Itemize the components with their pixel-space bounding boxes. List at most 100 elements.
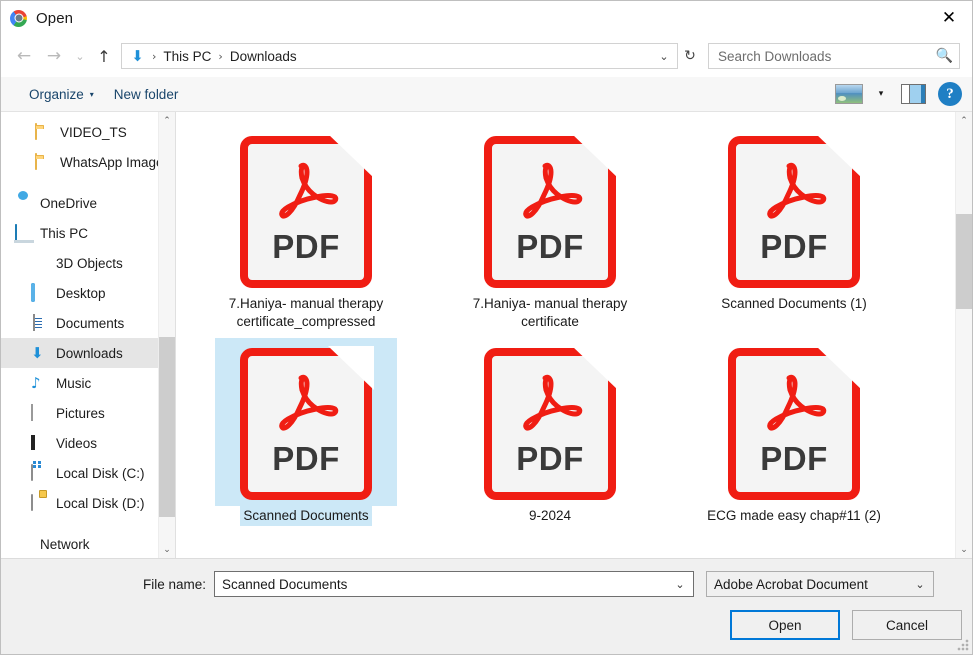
- file-item[interactable]: PDF 7.Haniya- manual therapy certificate_…: [215, 126, 397, 332]
- sidebar-item-local-disk-d[interactable]: Local Disk (D:): [1, 488, 175, 518]
- address-bar[interactable]: ⬇ › This PC › Downloads ⌄: [121, 43, 678, 69]
- address-dropdown-icon[interactable]: ⌄: [653, 50, 675, 63]
- up-one-level-icon[interactable]: ↑: [91, 41, 117, 71]
- open-button[interactable]: Open: [730, 610, 840, 640]
- search-box[interactable]: 🔍: [708, 43, 960, 69]
- back-icon[interactable]: ←: [9, 41, 39, 71]
- file-name-label: ECG made easy chap#11 (2): [707, 508, 881, 523]
- close-icon[interactable]: ✕: [926, 1, 972, 35]
- sidebar-item-label: Pictures: [56, 405, 105, 421]
- file-grid-cell: PDF ECG made easy chap#11 (2): [672, 332, 916, 526]
- window-title: Open: [36, 9, 74, 27]
- file-label-wrap: ECG made easy chap#11 (2): [703, 506, 885, 526]
- 3d-objects-icon: [31, 255, 48, 272]
- file-name-input[interactable]: [222, 576, 669, 592]
- file-thumbnail: PDF: [215, 338, 397, 506]
- file-item[interactable]: PDF ECG made easy chap#11 (2): [703, 338, 885, 526]
- acrobat-swirl-icon: [512, 374, 588, 436]
- organize-button[interactable]: Organize ▾: [19, 77, 104, 111]
- sidebar-item-videos[interactable]: Videos: [1, 428, 175, 458]
- pdf-icon: PDF: [728, 346, 862, 500]
- file-list-view[interactable]: PDF 7.Haniya- manual therapy certificate_…: [175, 112, 972, 558]
- file-item[interactable]: PDF 7.Haniya- manual therapy certificate: [459, 126, 641, 332]
- network-icon: [15, 536, 32, 553]
- sidebar-item-label: WhatsApp Image: [60, 154, 164, 170]
- music-icon: ♪: [31, 373, 41, 392]
- sidebar-item-label: Documents: [56, 315, 125, 331]
- sidebar-scrollbar[interactable]: ⌃ ⌄: [158, 112, 175, 558]
- command-bar: Organize ▾ New folder ▾ ?: [1, 77, 972, 112]
- file-thumbnail: PDF: [703, 126, 885, 294]
- breadcrumb-this-pc[interactable]: This PC: [163, 49, 211, 64]
- sidebar-item-pictures[interactable]: Pictures: [1, 398, 175, 428]
- forward-icon[interactable]: →: [39, 41, 69, 71]
- file-grid-cell: PDF 9-2024: [428, 332, 672, 526]
- pdf-badge-label: PDF: [760, 228, 828, 265]
- sidebar-item-video-ts[interactable]: VIDEO_TS: [1, 117, 175, 147]
- sidebar-item-downloads[interactable]: ⬇ Downloads: [1, 338, 175, 368]
- recent-locations-icon[interactable]: ⌄: [69, 41, 91, 71]
- scroll-down-icon[interactable]: ⌄: [956, 541, 972, 558]
- help-icon[interactable]: ?: [938, 82, 962, 106]
- file-name-label: File name:: [142, 576, 206, 592]
- file-grid: PDF 7.Haniya- manual therapy certificate_…: [176, 112, 972, 526]
- sidebar-item-label: 3D Objects: [56, 255, 123, 271]
- pdf-icon: PDF: [240, 346, 374, 500]
- search-input[interactable]: [718, 48, 936, 64]
- preview-pane-button[interactable]: [898, 81, 928, 107]
- sidebar-item-label: OneDrive: [40, 195, 98, 211]
- sidebar-item-network[interactable]: Network: [1, 529, 175, 558]
- search-icon[interactable]: 🔍: [936, 48, 953, 64]
- new-folder-button[interactable]: New folder: [104, 77, 189, 111]
- preview-pane-icon: [900, 84, 926, 104]
- file-type-combo[interactable]: Adobe Acrobat Document ⌄: [706, 571, 934, 597]
- acrobat-swirl-icon: [756, 374, 832, 436]
- sidebar-item-this-pc[interactable]: This PC: [1, 218, 175, 248]
- sidebar-item-label: Local Disk (D:): [56, 495, 145, 511]
- file-item[interactable]: PDF 9-2024: [459, 338, 641, 526]
- cancel-button[interactable]: Cancel: [852, 610, 962, 640]
- file-name-combo[interactable]: ⌄: [214, 571, 694, 597]
- command-bar-right: ▾ ?: [834, 81, 962, 107]
- file-list-scrollbar[interactable]: ⌃ ⌄: [955, 112, 972, 558]
- file-name-label: 7.Haniya- manual therapy certificate: [472, 296, 628, 329]
- navigation-bar: ← → ⌄ ↑ ⬇ › This PC › Downloads ⌄ ↻ 🔍: [1, 35, 972, 77]
- organize-label: Organize: [29, 86, 84, 102]
- sidebar-item-label: Network: [40, 536, 90, 552]
- chevron-down-icon[interactable]: ⌄: [909, 578, 931, 591]
- pdf-badge-label: PDF: [272, 440, 340, 477]
- sidebar-item-whatsapp-image[interactable]: WhatsApp Image: [1, 147, 175, 177]
- file-list-scrollbar-thumb[interactable]: [956, 214, 972, 309]
- sidebar-item-documents[interactable]: Documents: [1, 308, 175, 338]
- resize-grip[interactable]: [957, 639, 969, 651]
- view-options-dropdown[interactable]: ▾: [866, 81, 896, 107]
- file-item[interactable]: PDF Scanned Documents: [215, 338, 397, 526]
- new-folder-label: New folder: [113, 86, 179, 102]
- sidebar-item-label: Music: [56, 375, 92, 391]
- sidebar-item-local-disk-c[interactable]: Local Disk (C:): [1, 458, 175, 488]
- change-view-button[interactable]: [834, 81, 864, 107]
- cloud-icon: [15, 195, 32, 212]
- file-thumbnail: PDF: [215, 126, 397, 294]
- acrobat-swirl-icon: [268, 162, 344, 224]
- dialog-footer: File name: ⌄ Adobe Acrobat Document ⌄ Op…: [1, 558, 972, 654]
- sidebar-scrollbar-thumb[interactable]: [159, 337, 175, 517]
- scroll-down-icon[interactable]: ⌄: [159, 541, 175, 558]
- documents-icon: [31, 313, 48, 332]
- scroll-up-icon[interactable]: ⌃: [159, 112, 175, 129]
- local-disk-d-icon: [31, 489, 48, 512]
- view-thumbnails-icon: [835, 84, 863, 104]
- sidebar-item-label: Downloads: [56, 345, 123, 361]
- refresh-icon[interactable]: ↻: [678, 48, 702, 64]
- scroll-up-icon[interactable]: ⌃: [956, 112, 972, 129]
- sidebar-item-music[interactable]: ♪ Music: [1, 368, 175, 398]
- breadcrumb-separator-2: ›: [218, 49, 223, 63]
- sidebar-item-label: VIDEO_TS: [60, 124, 127, 140]
- sidebar-item-desktop[interactable]: Desktop: [1, 278, 175, 308]
- breadcrumb-separator: ›: [152, 49, 157, 63]
- sidebar-item-3d-objects[interactable]: 3D Objects: [1, 248, 175, 278]
- breadcrumb-downloads[interactable]: Downloads: [230, 49, 297, 64]
- sidebar-item-onedrive[interactable]: OneDrive: [1, 188, 175, 218]
- file-item[interactable]: PDF Scanned Documents (1): [703, 126, 885, 314]
- chevron-down-icon[interactable]: ⌄: [669, 578, 691, 591]
